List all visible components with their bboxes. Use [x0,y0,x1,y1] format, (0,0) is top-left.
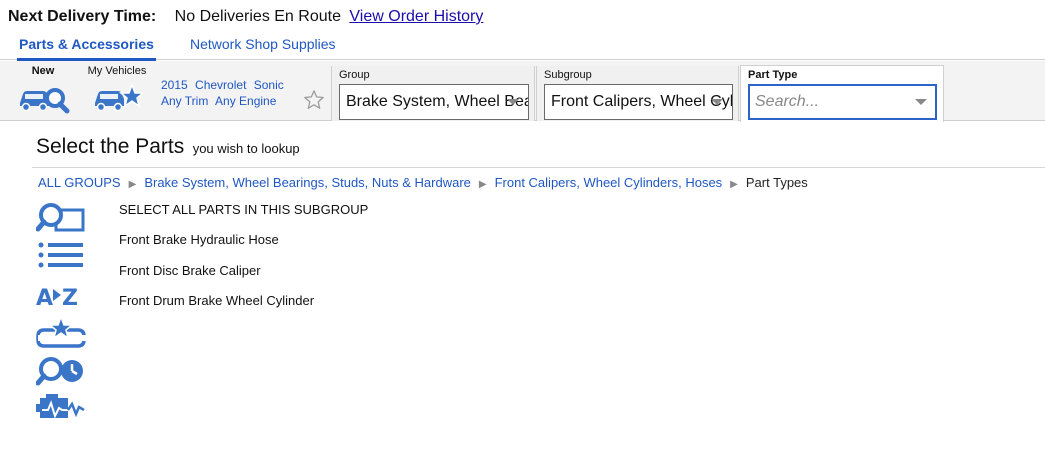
chevron-down-icon [507,99,519,105]
page-title-sub: you wish to lookup [192,141,300,156]
main-tabs: Parts & Accessories Network Shop Supplie… [0,34,1045,61]
lookup-mode-icons: A Z [36,200,88,428]
vehicle-model[interactable]: Sonic [254,78,284,92]
breadcrumb-separator-icon: ▶ [478,179,487,190]
part-type-filter: Part Type Search... [740,65,944,122]
breadcrumb-subgroup[interactable]: Front Calipers, Wheel Cylinders, Hoses [495,175,723,190]
breadcrumb-current: Part Types [745,175,808,190]
breadcrumb-all-groups[interactable]: ALL GROUPS [38,175,121,190]
chevron-down-icon [915,99,927,105]
delivery-label: Next Delivery Time: [8,8,157,25]
search-history-icon[interactable] [36,352,86,390]
vehicle-trim[interactable]: Any Trim [161,94,208,108]
breadcrumb-separator-icon: ▶ [730,179,738,190]
car-search-icon [20,88,70,114]
diagnostics-icon[interactable] [36,390,86,428]
part-type-item[interactable]: Front Drum Brake Wheel Cylinder [119,293,368,323]
vehicle-make[interactable]: Chevrolet [195,78,246,92]
my-vehicles-button[interactable]: My Vehicles [84,65,150,115]
group-filter: Group Brake System, Wheel Bearings, Stud… [331,66,535,121]
vehicle-toolbar: New My Vehicles 2015 Chevrolet Sonic Any… [0,61,1045,122]
new-vehicle-button[interactable]: New [14,65,72,115]
view-order-history-link[interactable]: View Order History [349,8,483,25]
part-types-list: SELECT ALL PARTS IN THIS SUBGROUP Front … [119,202,368,324]
title-divider [32,167,1045,168]
part-type-item[interactable]: Front Brake Hydraulic Hose [119,232,368,262]
part-type-search-input[interactable]: Search... [748,84,937,120]
breadcrumb-separator-icon: ▶ [128,179,137,190]
vehicle-year[interactable]: 2015 [161,78,188,92]
chevron-down-icon [711,99,723,105]
subgroup-select[interactable]: Front Calipers, Wheel Cylinders, Hoses [544,84,733,120]
group-label: Group [339,69,370,81]
breadcrumb-group[interactable]: Brake System, Wheel Bearings, Studs, Nut… [144,175,471,190]
svg-text:Z: Z [62,286,78,311]
select-all-parts-item[interactable]: SELECT ALL PARTS IN THIS SUBGROUP [119,202,368,232]
part-type-placeholder: Search... [755,93,820,110]
my-vehicles-label: My Vehicles [87,65,147,77]
subgroup-filter: Subgroup Front Calipers, Wheel Cylinders… [536,66,739,121]
a-to-z-sort-icon[interactable]: A Z [36,276,86,314]
part-type-item[interactable]: Front Disc Brake Caliper [119,263,368,293]
delivery-status: Next Delivery Time: No Deliveries En Rou… [8,8,483,28]
vehicle-engine[interactable]: Any Engine [215,94,276,108]
delivery-value: No Deliveries En Route [174,8,341,25]
subgroup-selected-value: Front Calipers, Wheel Cylinders, Hoses [551,93,733,110]
tab-parts-accessories[interactable]: Parts & Accessories [17,36,156,61]
svg-text:A: A [36,286,53,311]
page-title-main: Select the Parts [36,135,185,158]
favorite-tools-icon[interactable] [36,314,86,352]
part-type-label: Part Type [748,69,798,81]
subgroup-label: Subgroup [544,69,592,81]
selected-vehicle[interactable]: 2015 Chevrolet Sonic Any Trim Any Engine [161,77,284,109]
list-view-icon[interactable] [36,238,86,276]
search-parts-icon[interactable] [36,200,86,238]
breadcrumb: ALL GROUPS ▶ Brake System, Wheel Bearings,… [38,175,808,190]
group-selected-value: Brake System, Wheel Bearings, Studs, Nut… [346,93,528,110]
tab-network-shop-supplies[interactable]: Network Shop Supplies [190,36,336,52]
page-title: Select the Parts you wish to lookup [36,135,300,159]
star-outline-icon[interactable] [303,89,325,111]
car-favorite-icon [95,82,144,112]
group-select[interactable]: Brake System, Wheel Bearings, Studs, Nut… [339,84,529,120]
new-vehicle-label: New [31,65,55,77]
